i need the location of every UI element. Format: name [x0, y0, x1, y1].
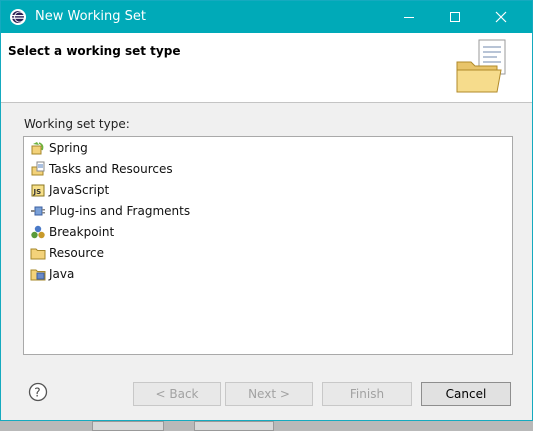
- finish-button[interactable]: Finish: [322, 382, 412, 406]
- next-button[interactable]: Next >: [225, 382, 313, 406]
- minimize-icon: [404, 17, 414, 18]
- list-item-label: Java: [49, 267, 75, 281]
- list-item-plug-ins-and-fragments[interactable]: Plug-ins and Fragments: [30, 201, 190, 221]
- java-icon: [30, 269, 46, 281]
- cancel-button[interactable]: Cancel: [421, 382, 511, 406]
- list-item-label: Breakpoint: [49, 225, 115, 239]
- list-item-breakpoint[interactable]: Breakpoint: [30, 222, 114, 242]
- tasks-resources-icon: [31, 161, 45, 176]
- page-title: Select a working set type: [8, 44, 181, 58]
- working-set-type-list[interactable]: Spring Tasks and Resources JS JavaScript: [23, 136, 513, 355]
- title-bar[interactable]: New Working Set: [1, 1, 532, 33]
- list-item-tasks-and-resources[interactable]: Tasks and Resources: [30, 159, 173, 179]
- close-button[interactable]: [478, 1, 524, 33]
- plugin-icon: [31, 206, 45, 216]
- minimize-button[interactable]: [386, 1, 432, 33]
- background-window-button: [92, 421, 164, 431]
- list-item-javascript[interactable]: JS JavaScript: [30, 180, 109, 200]
- new-working-set-dialog: New Working Set Select a working set typ…: [0, 0, 533, 421]
- back-button[interactable]: < Back: [133, 382, 221, 406]
- list-item-spring[interactable]: Spring: [30, 138, 88, 158]
- list-item-label: Spring: [49, 141, 88, 155]
- maximize-button[interactable]: [432, 1, 478, 33]
- wizard-header: Select a working set type: [1, 33, 532, 103]
- javascript-icon: JS: [31, 184, 45, 197]
- window-title: New Working Set: [35, 9, 146, 24]
- button-bar: ? < Back Next > Finish Cancel: [1, 355, 532, 420]
- help-icon[interactable]: ?: [28, 382, 48, 402]
- folder-with-document-icon: [456, 39, 506, 93]
- working-set-content: Working set type: Spring Tasks and Resou…: [1, 103, 532, 355]
- working-set-type-label: Working set type:: [24, 117, 130, 131]
- list-item-label: Resource: [49, 246, 105, 260]
- breakpoint-icon: [31, 225, 45, 239]
- list-item-label: Tasks and Resources: [49, 162, 173, 176]
- list-item-java[interactable]: Java: [30, 264, 74, 284]
- list-item-label: JavaScript: [49, 183, 110, 197]
- svg-text:?: ?: [34, 386, 40, 400]
- maximize-icon: [450, 12, 460, 22]
- resource-folder-icon: [30, 248, 46, 260]
- svg-text:JS: JS: [33, 188, 42, 196]
- background-window-button: [194, 421, 274, 431]
- list-item-resource[interactable]: Resource: [30, 243, 104, 263]
- eclipse-app-icon: [10, 9, 26, 25]
- close-icon: [495, 11, 507, 23]
- spring-icon: [31, 142, 44, 155]
- list-item-label: Plug-ins and Fragments: [49, 204, 191, 218]
